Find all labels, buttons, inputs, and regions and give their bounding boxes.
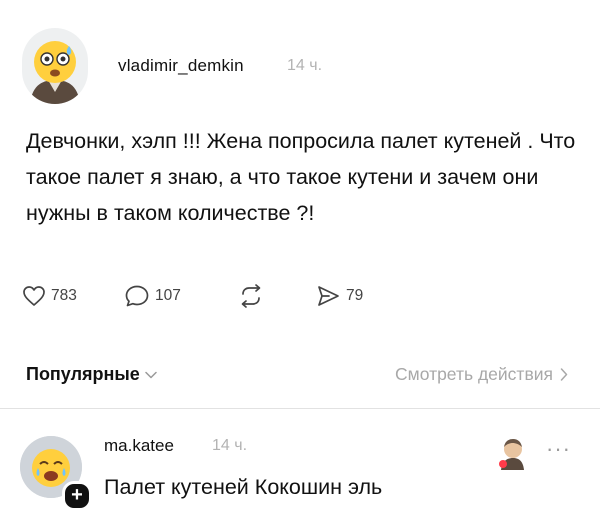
chevron-down-icon <box>145 371 157 378</box>
post-time: 14 ч. <box>287 57 323 74</box>
comment-button[interactable]: 107 <box>124 281 181 311</box>
post-text: Девчонки, хэлп !!! Жена попросила палет … <box>26 129 576 225</box>
reply-text: Палет кутеней Кокошин эль <box>104 475 383 499</box>
more-icon: ··· <box>546 436 571 461</box>
view-activity-link[interactable]: Смотреть действия <box>395 364 568 385</box>
share-count: 79 <box>346 287 364 304</box>
heart-icon <box>23 286 45 306</box>
user-avatar[interactable] <box>22 28 88 104</box>
comment-count: 107 <box>155 287 181 304</box>
share-button[interactable]: 79 <box>315 281 363 311</box>
repost-icon <box>241 284 261 308</box>
divider <box>0 408 600 409</box>
reply-time: 14 ч. <box>212 437 248 454</box>
sort-dropdown[interactable]: Популярные <box>26 364 157 385</box>
comment-icon <box>125 285 149 307</box>
avatar-emoji-image <box>30 41 80 104</box>
follow-plus-button[interactable]: + <box>62 481 92 511</box>
post-username[interactable]: vladimir_demkin <box>118 56 244 76</box>
reply-username[interactable]: ma.katee <box>104 436 174 456</box>
sort-label: Популярные <box>26 364 140 384</box>
like-button[interactable]: 783 <box>22 281 77 311</box>
view-activity-label: Смотреть действия <box>395 364 553 384</box>
chevron-right-icon <box>560 368 568 381</box>
repost-button[interactable] <box>238 281 264 311</box>
author-liked-avatar <box>497 436 527 470</box>
post: vladimir_demkin 14 ч. Девчонки, хэлп !!!… <box>0 0 600 400</box>
post-actions: 783 107 79 <box>22 281 422 311</box>
author-avatar-icon <box>499 439 524 470</box>
like-count: 783 <box>51 287 77 304</box>
send-icon <box>318 286 339 306</box>
plus-icon: + <box>71 484 83 506</box>
more-options-button[interactable]: ··· <box>546 436 571 462</box>
